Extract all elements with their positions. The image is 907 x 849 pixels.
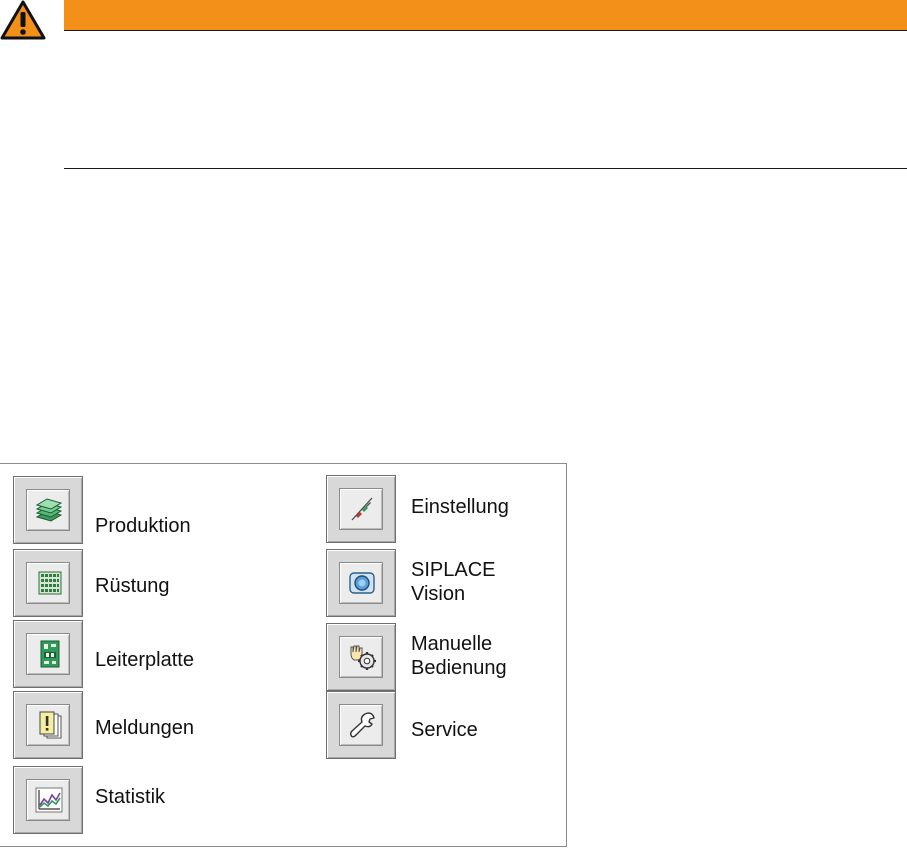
feeder-grid-icon bbox=[26, 562, 70, 604]
leiterplatte-label: Leiterplatte bbox=[95, 649, 194, 671]
stack-icon bbox=[26, 489, 70, 531]
menu-item-statistik[interactable]: Statistik bbox=[13, 766, 273, 834]
meldungen-button[interactable] bbox=[13, 691, 83, 759]
main-menu-panel: Produktion Rüstung Leiterplatte Meldunge… bbox=[0, 463, 567, 847]
leiterplatte-button[interactable] bbox=[13, 620, 83, 688]
camera-icon bbox=[339, 562, 383, 604]
service-button[interactable] bbox=[326, 691, 396, 759]
hand-gear-icon bbox=[339, 636, 383, 678]
adjust-icon bbox=[339, 488, 383, 530]
wrench-icon bbox=[339, 704, 383, 746]
menu-item-siplace-vision[interactable]: SIPLACE Vision bbox=[326, 549, 556, 617]
siplace-vision-button[interactable] bbox=[326, 549, 396, 617]
warning-icon bbox=[0, 0, 46, 40]
menu-item-einstellung[interactable]: Einstellung bbox=[326, 475, 556, 543]
menu-item-produktion[interactable]: Produktion bbox=[13, 476, 273, 544]
ruestung-button[interactable] bbox=[13, 549, 83, 617]
menu-item-service[interactable]: Service bbox=[326, 691, 556, 759]
manuelle-bedienung-button[interactable] bbox=[326, 623, 396, 691]
service-label: Service bbox=[411, 719, 478, 741]
menu-item-meldungen[interactable]: Meldungen bbox=[13, 691, 273, 759]
warning-header-bar bbox=[64, 0, 907, 31]
einstellung-label: Einstellung bbox=[411, 496, 509, 518]
siplace-vision-label-line2: Vision bbox=[411, 583, 466, 605]
manuelle-bedienung-label-line2: Bedienung bbox=[411, 657, 507, 679]
message-icon bbox=[26, 704, 70, 746]
menu-item-leiterplatte[interactable]: Leiterplatte bbox=[13, 620, 273, 688]
produktion-button[interactable] bbox=[13, 476, 83, 544]
produktion-label: Produktion bbox=[95, 515, 191, 537]
warning-divider bbox=[64, 168, 907, 169]
einstellung-button[interactable] bbox=[326, 475, 396, 543]
statistik-label: Statistik bbox=[95, 786, 166, 808]
manuelle-bedienung-label-line1: Manuelle bbox=[411, 633, 493, 655]
ruestung-label: Rüstung bbox=[95, 575, 170, 597]
menu-item-manuelle-bedienung[interactable]: Manuelle Bedienung bbox=[326, 623, 556, 691]
circuit-board-icon bbox=[26, 633, 70, 675]
menu-item-ruestung[interactable]: Rüstung bbox=[13, 549, 273, 617]
meldungen-label: Meldungen bbox=[95, 717, 194, 739]
siplace-vision-label-line1: SIPLACE bbox=[411, 559, 496, 581]
chart-icon bbox=[26, 779, 70, 821]
statistik-button[interactable] bbox=[13, 766, 83, 834]
